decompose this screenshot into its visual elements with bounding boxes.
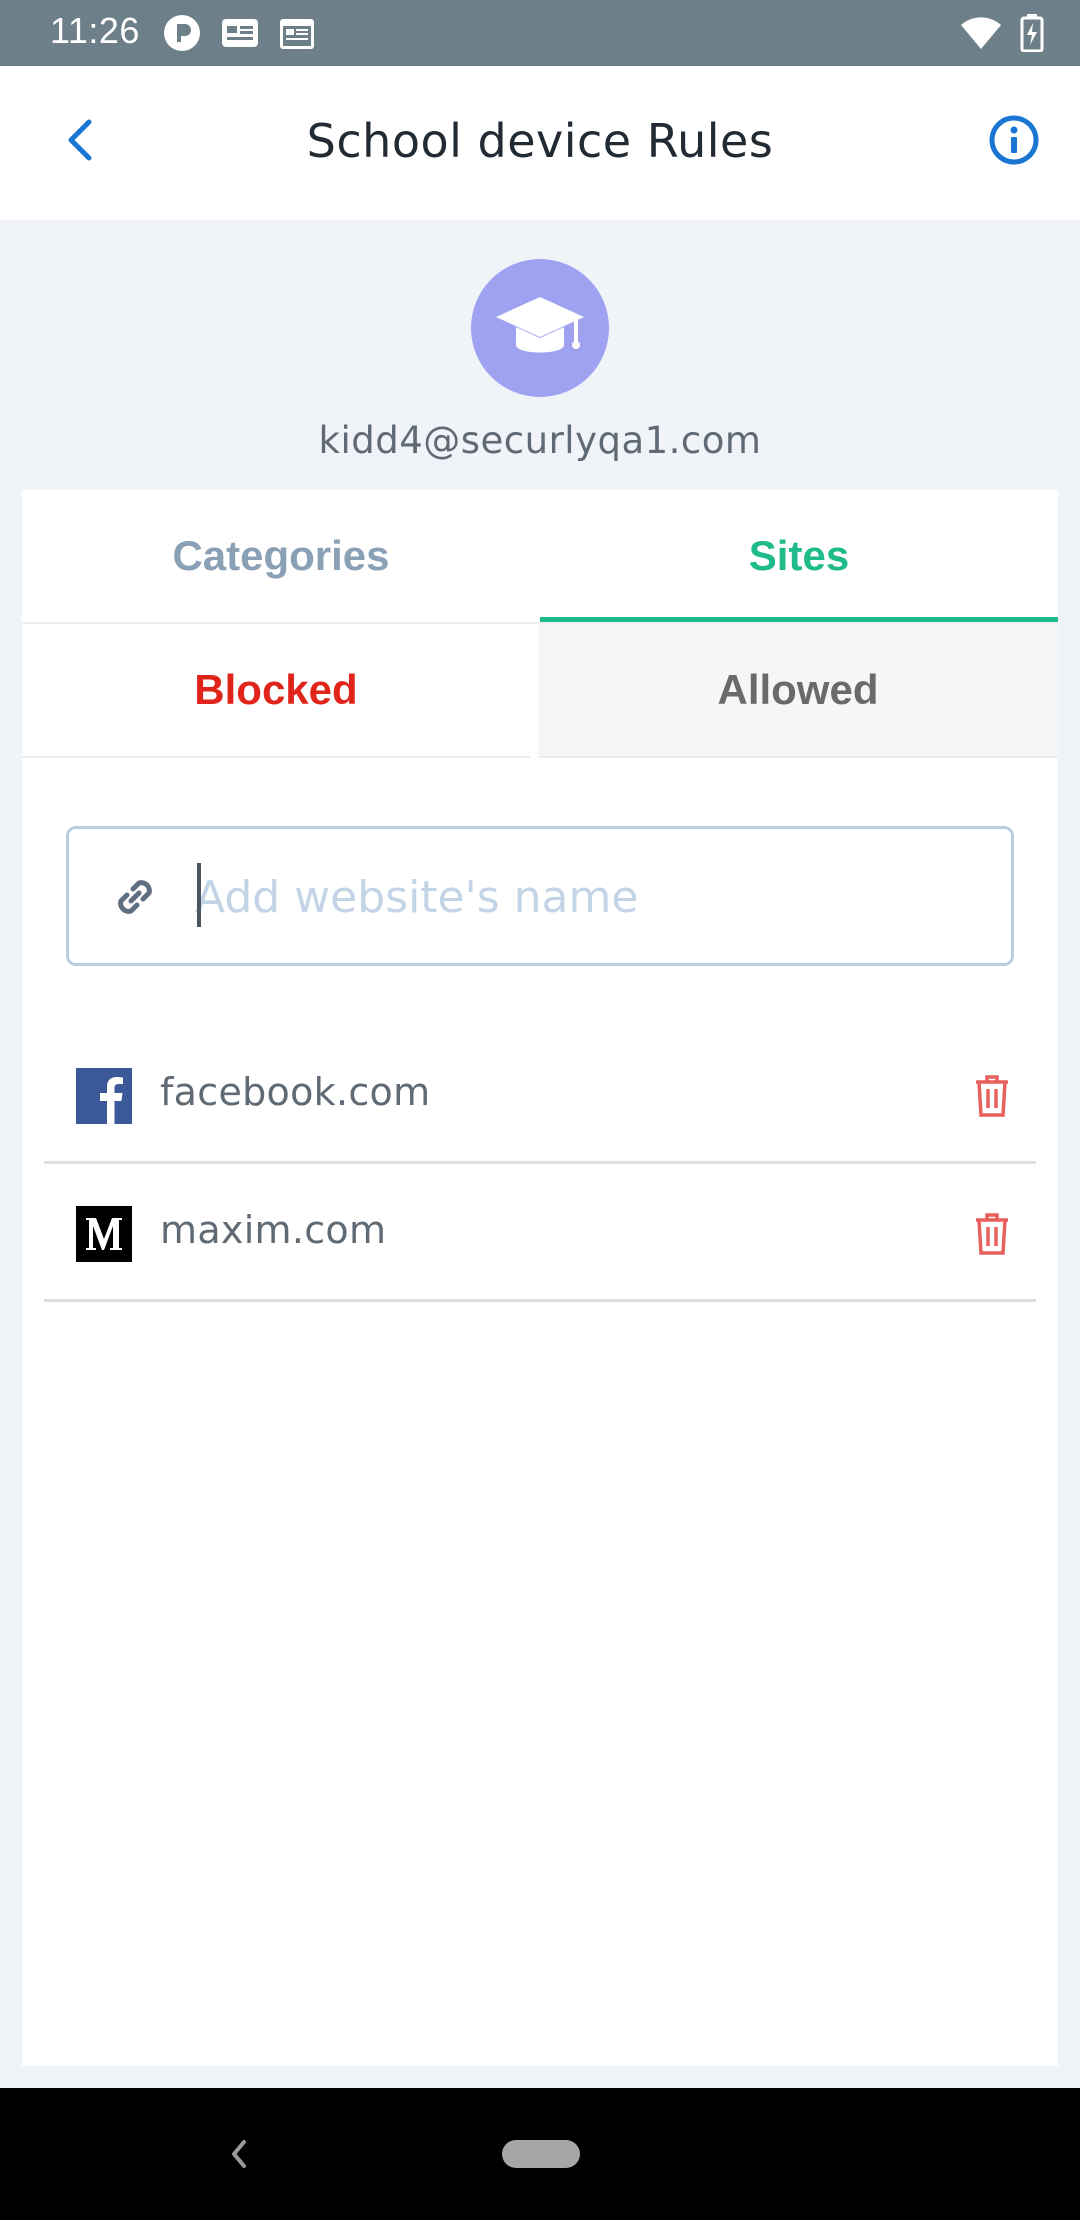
delete-button[interactable]	[968, 1208, 1016, 1260]
subtab-blocked[interactable]: Blocked	[22, 624, 530, 758]
add-website-input[interactable]	[195, 859, 975, 935]
status-icons-right	[960, 12, 1044, 54]
maxim-logo-icon	[76, 1206, 132, 1262]
battery-charging-icon	[1020, 14, 1044, 52]
main-tabs: Categories Sites	[22, 490, 1058, 622]
status-icons-left	[163, 14, 315, 52]
app-notification-icon	[164, 15, 200, 51]
nav-back-icon[interactable]	[224, 2134, 254, 2174]
avatar	[471, 259, 609, 397]
facebook-logo-icon	[76, 1068, 132, 1124]
tab-sites[interactable]: Sites	[540, 490, 1058, 622]
calendar-icon	[280, 19, 314, 49]
add-website-field[interactable]	[66, 826, 1014, 966]
app-bar: School device Rules	[0, 66, 1080, 220]
status-time: 11:26	[50, 10, 140, 51]
delete-button[interactable]	[968, 1070, 1016, 1122]
nav-home-button[interactable]	[502, 2140, 580, 2168]
trash-icon	[976, 1075, 1008, 1117]
info-button[interactable]	[988, 114, 1040, 166]
id-card-icon	[222, 19, 258, 47]
site-name: facebook.com	[160, 1070, 431, 1114]
account-email: kidd4@securlyqa1.com	[318, 419, 762, 462]
text-cursor	[197, 863, 201, 927]
list-item: maxim.com	[44, 1164, 1036, 1302]
system-nav-bar	[0, 2088, 1080, 2220]
trash-icon	[976, 1213, 1008, 1255]
info-icon	[989, 115, 1039, 165]
subtab-allowed[interactable]: Allowed	[538, 624, 1058, 758]
tab-categories[interactable]: Categories	[22, 490, 540, 622]
graduation-cap-icon	[496, 297, 584, 353]
link-icon	[118, 880, 152, 914]
site-name: maxim.com	[160, 1208, 387, 1252]
rules-card: Categories Sites Blocked Allowed faceboo…	[22, 490, 1058, 2066]
page-title: School device Rules	[306, 114, 774, 168]
status-bar: 11:26	[0, 0, 1080, 66]
blocked-sites-list: facebook.com maxim.com	[44, 1026, 1036, 1302]
list-item: facebook.com	[44, 1026, 1036, 1164]
wifi-icon	[961, 17, 1001, 49]
sub-tabs: Blocked Allowed	[22, 624, 1058, 758]
